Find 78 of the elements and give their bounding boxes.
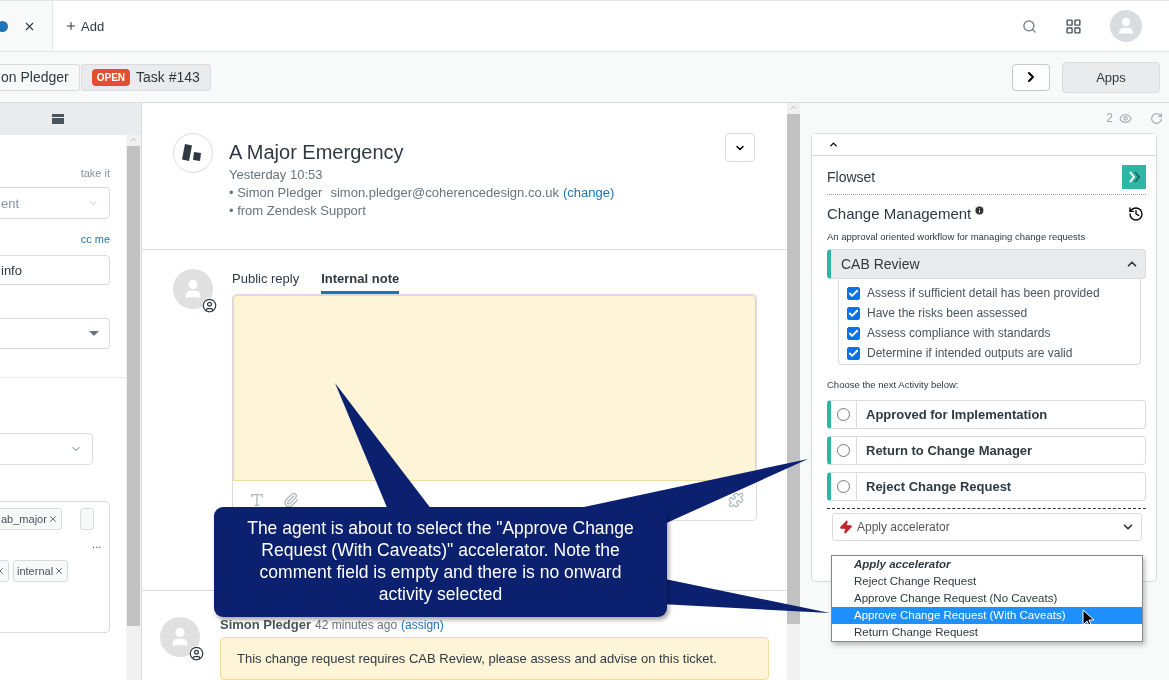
cc-me-link[interactable]: cc me xyxy=(80,233,110,245)
app-logo-icon xyxy=(1122,165,1146,189)
dropdown-option: Apply accelerator xyxy=(832,556,1142,573)
comment-body: This change request requires CAB Review, please assess and advise on this ticket. xyxy=(220,637,769,680)
reply-tab[interactable]: Public reply xyxy=(232,268,300,294)
workflow-title: Change Management xyxy=(827,205,972,222)
radio-button[interactable] xyxy=(837,480,850,493)
activity-option[interactable]: Reject Change Request xyxy=(827,472,1146,501)
dropdown-option[interactable]: Approve Change Request (No Caveats) xyxy=(832,590,1142,607)
stage-header[interactable]: CAB Review xyxy=(827,249,1146,279)
apps-grid-icon[interactable] xyxy=(1065,17,1082,35)
tag[interactable]: ab_major xyxy=(0,508,62,530)
plus-icon xyxy=(65,20,77,32)
tab[interactable] xyxy=(0,1,53,51)
search-icon[interactable] xyxy=(1022,18,1037,34)
check-icon xyxy=(848,287,859,299)
check-icon xyxy=(848,347,859,359)
checkbox[interactable] xyxy=(847,306,860,320)
activity-option[interactable]: Approved for Implementation xyxy=(827,400,1146,429)
status-dot xyxy=(0,20,8,32)
checklist-label: Assess if sufficient detail has been provided xyxy=(867,286,1100,300)
ticket-title: A Major Emergency xyxy=(229,141,405,164)
accelerator-select[interactable]: Apply accelerator xyxy=(832,513,1142,541)
text-format-icon[interactable] xyxy=(249,492,265,509)
puzzle-icon[interactable] xyxy=(728,492,744,509)
more-text: ... xyxy=(92,538,102,552)
eye-icon xyxy=(1119,111,1132,125)
comment-time: 42 minutes ago xyxy=(315,618,398,632)
dropdown-option[interactable]: Reject Change Request xyxy=(832,573,1142,590)
checklist-label: Have the risks been assessed xyxy=(867,306,1028,320)
person-icon xyxy=(1116,16,1136,36)
caret-icon xyxy=(89,330,99,337)
activity-option[interactable]: Return to Change Manager xyxy=(827,436,1146,465)
dropdown-option[interactable]: Return Change Request xyxy=(832,624,1142,641)
history-icon[interactable] xyxy=(1128,205,1144,222)
logo-icon xyxy=(182,144,204,162)
card-icon[interactable] xyxy=(52,114,64,124)
timestamp: Yesterday 10:53 xyxy=(229,166,324,184)
add-tab-button[interactable]: Add xyxy=(63,16,107,36)
checkbox[interactable] xyxy=(847,286,860,300)
assign-link[interactable]: (assign) xyxy=(401,618,444,632)
remove-icon[interactable] xyxy=(54,566,65,576)
chevron-up-icon xyxy=(828,139,839,150)
prompt-text: Choose the next Activity below: xyxy=(827,379,960,390)
tag[interactable]: internal xyxy=(13,560,69,582)
breadcrumb-label: Task #143 xyxy=(136,69,200,85)
source-text: • from Zendesk Support xyxy=(229,202,367,220)
checkbox[interactable] xyxy=(847,346,860,360)
workflow-description: An approval oriented workflow for managing change requests xyxy=(827,231,1087,242)
breadcrumb-tab[interactable]: on Pledger xyxy=(0,63,80,91)
breadcrumb-label: on Pledger xyxy=(1,69,69,85)
apps-button[interactable]: Apps xyxy=(1062,61,1160,93)
radio-button[interactable] xyxy=(837,408,850,421)
checklist-label: Determine if intended outputs are valid xyxy=(867,346,1073,360)
breadcrumb-tab[interactable]: OPEN Task #143 xyxy=(80,63,211,91)
check-icon xyxy=(848,307,859,319)
scrollbar-thumb[interactable] xyxy=(127,146,140,626)
requester-name: • Simon Pledger xyxy=(229,184,323,202)
info-icon[interactable] xyxy=(974,205,986,216)
check-icon xyxy=(848,327,859,339)
user-circle-icon xyxy=(202,297,217,313)
requester-email: simon.pledger@coherencedesign.co.uk xyxy=(330,184,559,202)
status-badge: OPEN xyxy=(91,68,131,86)
checklist-label: Assess compliance with standards xyxy=(867,326,1051,340)
radio-button[interactable] xyxy=(837,444,850,457)
remove-icon[interactable] xyxy=(47,514,58,524)
checkbox[interactable] xyxy=(847,326,860,340)
text-field[interactable]: info xyxy=(0,255,110,285)
comment-field[interactable] xyxy=(233,294,756,481)
comment-author: Simon Pledger xyxy=(220,617,312,632)
app-name: Flowset xyxy=(827,169,876,185)
tags-field[interactable]: ab_major internal ... xyxy=(0,501,110,633)
change-link[interactable]: (change) xyxy=(563,184,615,202)
next-button[interactable] xyxy=(1012,63,1050,91)
lightning-icon xyxy=(839,520,853,534)
user-circle-icon xyxy=(189,646,204,661)
attachment-icon[interactable] xyxy=(283,492,299,509)
viewer-count: 2 xyxy=(1106,111,1113,125)
